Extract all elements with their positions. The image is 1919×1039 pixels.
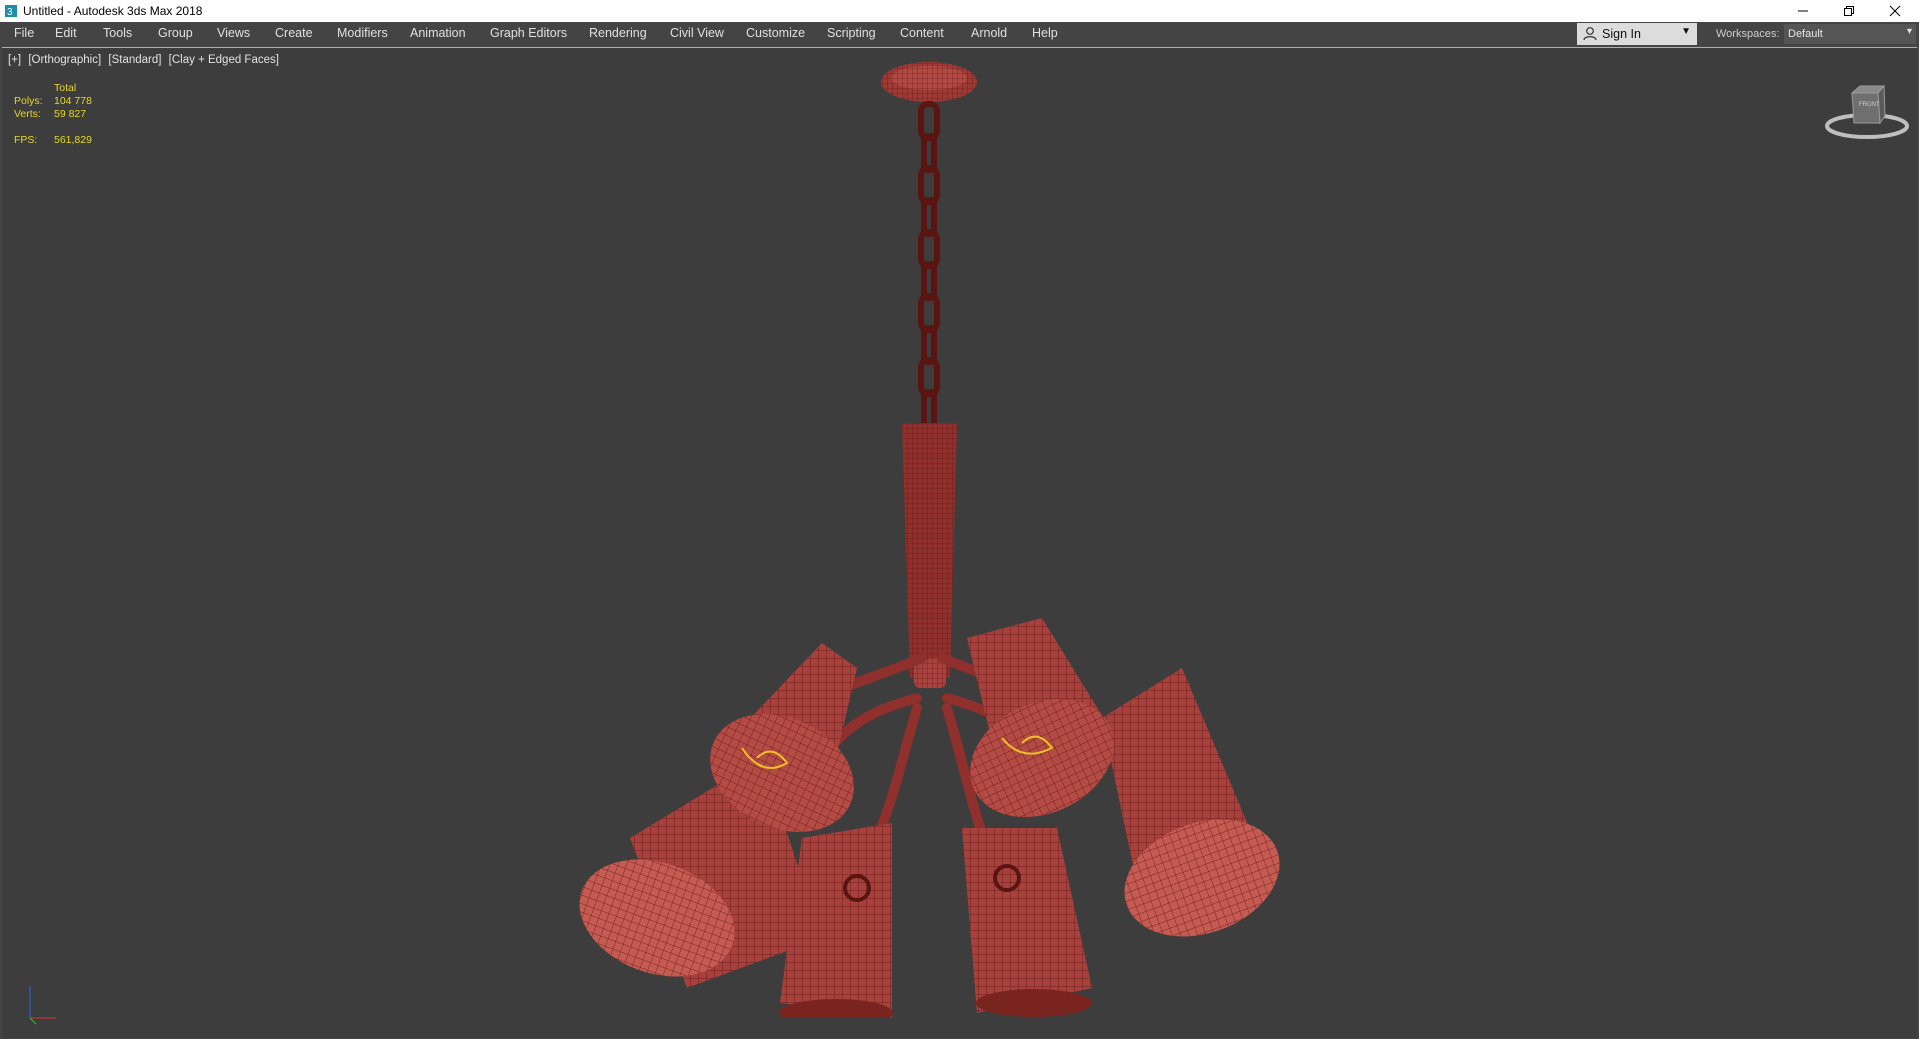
menu-content[interactable]: Content: [900, 26, 944, 40]
menu-arnold[interactable]: Arnold: [971, 26, 1007, 40]
menu-create[interactable]: Create: [275, 26, 313, 40]
workspaces-label: Workspaces:: [1716, 28, 1780, 40]
restore-button[interactable]: [1826, 0, 1872, 22]
menu-scripting[interactable]: Scripting: [827, 26, 876, 40]
menu-views[interactable]: Views: [217, 26, 250, 40]
menu-edit[interactable]: Edit: [55, 26, 77, 40]
chandelier-model[interactable]: [522, 58, 1342, 1018]
stats-polys-label: Polys:: [14, 95, 43, 107]
lamp-shade: [962, 828, 1092, 1017]
menu-help[interactable]: Help: [1032, 26, 1058, 40]
central-body: [902, 423, 957, 688]
lamp-shade: [1102, 668, 1280, 937]
viewport[interactable]: [+] [Orthographic] [Standard] [Clay + Ed…: [2, 47, 1917, 1038]
title-bar: 3 Untitled - Autodesk 3ds Max 2018: [0, 0, 1919, 22]
close-icon: [1889, 5, 1901, 17]
window-title: Untitled - Autodesk 3ds Max 2018: [23, 4, 203, 18]
stats-verts-label: Verts:: [14, 108, 41, 120]
sign-in-dropdown[interactable]: Sign In ▼: [1577, 23, 1697, 45]
user-icon: [1583, 27, 1597, 41]
restore-icon: [1844, 6, 1854, 16]
workspaces-select[interactable]: Default ▾: [1784, 24, 1916, 44]
stats-fps-label: FPS:: [14, 134, 38, 146]
menu-tools[interactable]: Tools: [103, 26, 132, 40]
axis-tripod-icon: [29, 986, 56, 1025]
viewport-shading-standard[interactable]: [Standard]: [108, 54, 161, 66]
close-button[interactable]: [1872, 0, 1918, 22]
menu-customize[interactable]: Customize: [746, 26, 805, 40]
menu-modifiers[interactable]: Modifiers: [337, 26, 388, 40]
viewport-labels: [+] [Orthographic] [Standard] [Clay + Ed…: [8, 54, 283, 66]
viewport-menu-plus[interactable]: [+]: [8, 54, 21, 66]
app-icon: 3: [5, 5, 17, 18]
menu-file[interactable]: File: [14, 26, 34, 40]
sign-in-label: Sign In: [1602, 27, 1641, 41]
menu-rendering[interactable]: Rendering: [589, 26, 647, 40]
menu-graph-editors[interactable]: Graph Editors: [490, 26, 567, 40]
chevron-down-icon: ▾: [1906, 26, 1912, 37]
stats-verts-value: 59 827: [54, 108, 87, 120]
viewport-point-of-view[interactable]: [Orthographic]: [28, 54, 101, 66]
minimize-button[interactable]: [1780, 0, 1826, 22]
chain: [918, 101, 940, 429]
lamp-shade: [779, 823, 893, 1018]
minimize-icon: [1798, 10, 1808, 12]
menu-group[interactable]: Group: [158, 26, 193, 40]
svg-text:3: 3: [7, 7, 13, 18]
menu-civil-view[interactable]: Civil View: [670, 26, 724, 40]
stats-fps-value: 561,829: [54, 134, 92, 146]
viewcube-icon[interactable]: FRONT: [1822, 78, 1912, 148]
viewcube-face-label: FRONT: [1859, 102, 1880, 108]
chevron-down-icon: ▼: [1681, 26, 1691, 37]
stats-total-header: Total: [54, 82, 77, 94]
stats-polys-value: 104 778: [54, 95, 92, 107]
ceiling-canopy: [881, 62, 977, 102]
workspaces-value: Default: [1788, 28, 1823, 40]
viewport-visual-style[interactable]: [Clay + Edged Faces]: [169, 54, 279, 66]
menu-animation[interactable]: Animation: [410, 26, 466, 40]
